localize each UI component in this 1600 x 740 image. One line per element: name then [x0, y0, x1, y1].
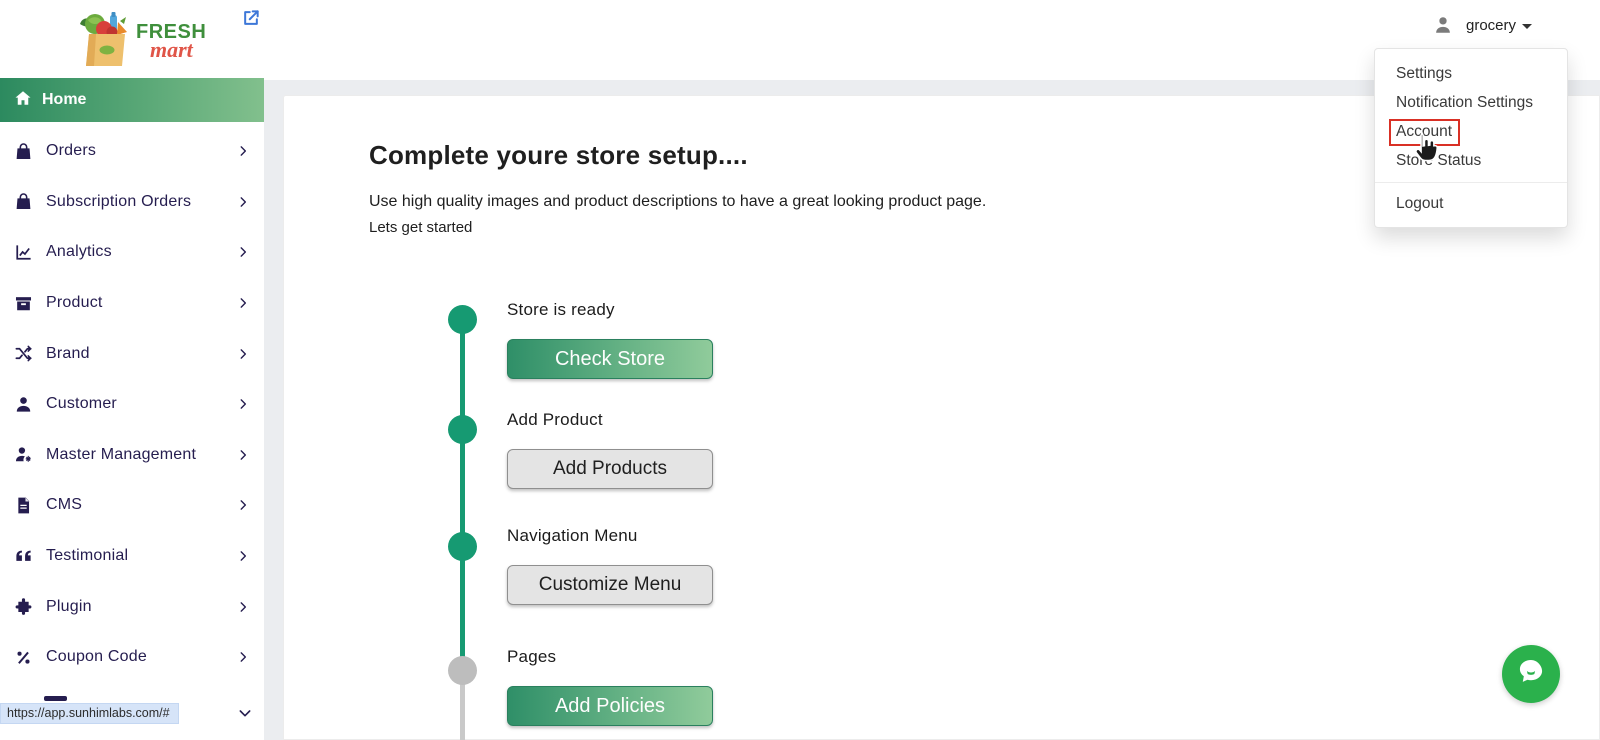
sidebar-item-label: Plugin — [46, 598, 236, 616]
step-pages: Pages Add Policies — [507, 647, 713, 726]
step-label: Store is ready — [507, 300, 713, 326]
home-icon — [14, 89, 32, 112]
chevron-right-icon — [236, 245, 250, 259]
sidebar-item-brand[interactable]: Brand — [0, 328, 264, 379]
menu-item-store-status[interactable]: Store Status — [1375, 146, 1567, 175]
sidebar-item-label: Subscription Orders — [46, 193, 236, 211]
chevron-right-icon — [236, 397, 250, 411]
user-menu-trigger[interactable]: grocery — [1432, 14, 1532, 36]
page-title: Complete youre store setup.... — [369, 140, 986, 171]
box-icon — [14, 294, 33, 313]
step-label: Add Product — [507, 410, 713, 436]
add-policies-button[interactable]: Add Policies — [507, 686, 713, 726]
person-gear-icon — [14, 445, 33, 464]
sidebar-item-testimonial[interactable]: Testimonial — [0, 531, 264, 582]
sidebar: FRESH mart Home Orders — [0, 0, 264, 740]
percent-icon — [14, 648, 33, 667]
chevron-right-icon — [236, 144, 250, 158]
step-add-product: Add Product Add Products — [507, 410, 713, 489]
chevron-right-icon — [236, 195, 250, 209]
step-navigation-menu: Navigation Menu Customize Menu — [507, 526, 713, 605]
timeline-dot-pages — [448, 656, 477, 685]
sidebar-item-label: Brand — [46, 345, 236, 363]
timeline-line-complete — [460, 319, 465, 671]
sidebar-item-label: Testimonial — [46, 547, 236, 565]
document-icon — [14, 496, 33, 515]
chevron-right-icon — [236, 448, 250, 462]
bag-icon — [14, 192, 33, 211]
sidebar-item-orders[interactable]: Orders — [0, 126, 264, 177]
timeline-dot-store — [448, 305, 477, 334]
puzzle-icon — [14, 597, 33, 616]
sidebar-item-label: Analytics — [46, 243, 236, 261]
sidebar-item-coupon-code[interactable]: Coupon Code — [0, 632, 264, 683]
timeline-dot-navigation — [448, 532, 477, 561]
chevron-right-icon — [236, 296, 250, 310]
chevron-right-icon — [236, 549, 250, 563]
chart-line-icon — [14, 243, 33, 262]
shuffle-icon — [14, 344, 33, 363]
customize-menu-button[interactable]: Customize Menu — [507, 565, 713, 605]
account-highlight-box[interactable]: Account — [1389, 119, 1460, 146]
status-bar-url: https://app.sunhimlabs.com/# — [0, 703, 179, 724]
check-store-button[interactable]: Check Store — [507, 339, 713, 379]
chevron-right-icon — [236, 498, 250, 512]
sidebar-item-label: Customer — [46, 395, 236, 413]
sidebar-item-plugin[interactable]: Plugin — [0, 581, 264, 632]
menu-item-notification-settings[interactable]: Notification Settings — [1375, 88, 1567, 117]
brand-logo[interactable]: FRESH mart — [74, 8, 206, 75]
sidebar-item-master-management[interactable]: Master Management — [0, 430, 264, 481]
sidebar-item-cms[interactable]: CMS — [0, 480, 264, 531]
chevron-right-icon — [236, 600, 250, 614]
sidebar-item-label: CMS — [46, 496, 236, 514]
sidebar-nav: Orders Subscription Orders Analytics Pro… — [0, 126, 264, 683]
chevron-down-icon[interactable] — [237, 705, 253, 721]
chat-widget-button[interactable] — [1502, 645, 1560, 703]
store-setup-intro: Complete youre store setup.... Use high … — [369, 140, 986, 236]
sidebar-item-label: Master Management — [46, 446, 236, 464]
user-avatar-icon — [1432, 14, 1454, 36]
sidebar-item-label: Orders — [46, 142, 236, 160]
bag-icon — [14, 142, 33, 161]
app-window: Complete youre store setup.... Use high … — [0, 0, 1600, 740]
menu-item-account[interactable]: Account — [1375, 117, 1567, 146]
menu-item-settings[interactable]: Settings — [1375, 59, 1567, 88]
setup-subtitle-2: Lets get started — [369, 219, 986, 236]
step-store-ready: Store is ready Check Store — [507, 300, 713, 379]
brand-name: FRESH mart — [136, 22, 206, 61]
external-link-icon[interactable] — [241, 8, 261, 28]
setup-subtitle: Use high quality images and product desc… — [369, 193, 986, 211]
sidebar-item-subscription-orders[interactable]: Subscription Orders — [0, 177, 264, 228]
caret-down-icon — [1522, 24, 1532, 29]
sidebar-item-product[interactable]: Product — [0, 278, 264, 329]
menu-item-logout[interactable]: Logout — [1375, 189, 1567, 218]
sidebar-item-label: Coupon Code — [46, 648, 236, 666]
quote-icon — [14, 547, 33, 566]
menu-divider — [1375, 182, 1567, 183]
sidebar-item-label: Home — [42, 91, 86, 109]
person-icon — [14, 395, 33, 414]
step-label: Navigation Menu — [507, 526, 713, 552]
sidebar-item-home[interactable]: Home — [0, 78, 264, 122]
sidebar-item-label: Product — [46, 294, 236, 312]
sidebar-item-analytics[interactable]: Analytics — [0, 227, 264, 278]
timeline-dot-product — [448, 415, 477, 444]
sidebar-item-customer[interactable]: Customer — [0, 379, 264, 430]
user-dropdown-menu: Settings Notification Settings Account S… — [1374, 48, 1568, 228]
chat-bubble-icon — [1512, 653, 1550, 696]
chevron-right-icon — [236, 650, 250, 664]
chevron-right-icon — [236, 347, 250, 361]
step-label: Pages — [507, 647, 713, 673]
user-name: grocery — [1466, 17, 1516, 34]
add-products-button[interactable]: Add Products — [507, 449, 713, 489]
grocery-bag-logo-icon — [74, 8, 132, 75]
partial-item-icon — [44, 696, 67, 701]
